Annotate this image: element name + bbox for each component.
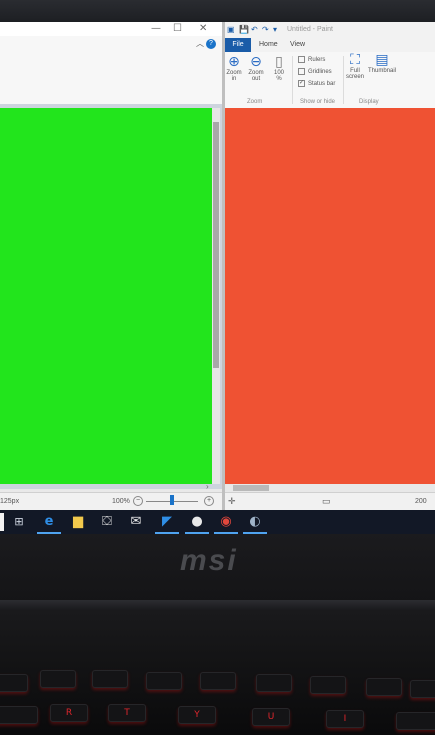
customize-qat-icon[interactable]: ▾ — [273, 25, 277, 34]
gridlines-checkbox[interactable]: Gridlines — [298, 68, 332, 75]
group-separator — [292, 56, 293, 104]
zoom-out-button[interactable]: ⊖ Zoom out — [247, 54, 265, 82]
image-size-label: 125px — [0, 498, 20, 505]
maximize-button[interactable]: ☐ — [173, 23, 182, 34]
zoom-in-button[interactable]: ⊕ Zoom in — [225, 54, 243, 82]
zoom-out-icon: ⊖ — [250, 54, 262, 70]
left-status-bar: 125px 100% − + — [0, 492, 222, 510]
github-icon[interactable]: ● — [185, 513, 209, 534]
scroll-right-arrow-icon[interactable]: › — [206, 482, 209, 491]
save-icon[interactable]: 💾 — [239, 25, 249, 34]
zoom-slider-knob[interactable] — [170, 495, 174, 505]
collapse-ribbon-icon[interactable]: ︿ — [196, 38, 204, 49]
key-r: R — [50, 704, 88, 722]
paint-tabs: File Home View — [225, 38, 435, 52]
green-canvas[interactable] — [0, 108, 214, 484]
tab-home[interactable]: Home — [259, 41, 278, 48]
keyboard-key — [310, 676, 346, 694]
thumbnail-button[interactable]: ▤ Thumbnail — [365, 52, 399, 74]
search-box-edge[interactable] — [0, 513, 4, 531]
orange-canvas[interactable] — [225, 108, 435, 484]
screen-bezel — [0, 0, 435, 22]
tab-file[interactable]: File — [225, 38, 251, 52]
key-t: T — [108, 704, 146, 722]
tab-view[interactable]: View — [290, 41, 305, 48]
keyboard-key — [146, 672, 182, 690]
selection-size-icon: ▭ — [322, 496, 331, 506]
mail-icon[interactable]: ✉ — [127, 513, 145, 531]
keyboard-deck: R T Y U I — [0, 610, 435, 735]
status-bar-checkbox[interactable]: ✓ Status bar — [298, 80, 335, 87]
paint-app-icon: ▣ — [227, 25, 235, 34]
taskbar: ⊞ e ▆ ⛋ ✉ ◤ ● ◉ ◐ — [0, 510, 435, 534]
help-icon[interactable]: ? — [206, 39, 216, 49]
vertical-scroll-thumb[interactable] — [213, 122, 219, 368]
group-label-display: Display — [359, 99, 379, 105]
file-explorer-icon[interactable]: ▆ — [69, 513, 87, 531]
keyboard-key — [40, 670, 76, 688]
keyboard-key — [0, 674, 28, 692]
keyboard-key — [410, 680, 435, 698]
keyboard-key — [366, 678, 402, 696]
full-screen-button[interactable]: ⛶ Full screen — [344, 52, 366, 80]
chrome-icon[interactable]: ◉ — [214, 513, 238, 534]
group-label-show-hide: Show or hide — [300, 99, 336, 105]
keyboard-key — [256, 674, 292, 692]
zoom-in-icon[interactable]: + — [204, 496, 214, 506]
store-icon[interactable]: ⛋ — [98, 513, 116, 531]
close-button[interactable]: ✕ — [199, 23, 207, 34]
zoom-in-icon: ⊕ — [228, 54, 240, 70]
page-icon: ▯ — [275, 54, 283, 70]
hundred-percent-button[interactable]: ▯ 100 % — [270, 54, 288, 82]
key-i: I — [326, 710, 364, 728]
key-y: Y — [178, 706, 216, 724]
cursor-position-icon: ✛ — [228, 496, 236, 506]
paint-icon[interactable]: ◐ — [243, 513, 267, 534]
paint-window-title: Untitled - Paint — [287, 26, 333, 33]
keyboard-key — [92, 670, 128, 688]
keyboard-key — [200, 672, 236, 690]
paint-titlebar: ▣ 💾 ↶ ↷ ▾ Untitled - Paint — [225, 22, 435, 38]
thumbnail-icon: ▤ — [375, 52, 389, 68]
paint-status-bar: ✛ ▭ 200 — [225, 492, 435, 510]
redo-icon[interactable]: ↷ — [262, 25, 269, 34]
undo-icon[interactable]: ↶ — [251, 25, 258, 34]
edge-icon[interactable]: e — [37, 513, 61, 534]
brand-logo: msi — [180, 544, 238, 577]
minimize-button[interactable]: — — [151, 23, 161, 34]
vscode-icon[interactable]: ◤ — [155, 513, 179, 534]
key-u: U — [252, 708, 290, 726]
full-screen-icon: ⛶ — [350, 52, 360, 68]
group-label-zoom: Zoom — [247, 99, 263, 105]
zoom-out-icon[interactable]: − — [133, 496, 143, 506]
paint-view-ribbon: ⊕ Zoom in ⊖ Zoom out ▯ 100 % Rulers Grid… — [225, 52, 435, 109]
task-view-icon[interactable]: ⊞ — [10, 513, 28, 531]
keyboard-key — [0, 706, 38, 724]
left-window-titlebar: — ☐ ✕ — [0, 22, 222, 36]
image-dimension-label: 200 — [415, 498, 427, 505]
screen: — ☐ ✕ ︿ ? › 125px 100% − + ▣ 💾 ↶ ↷ ▾ Unt… — [0, 22, 435, 510]
zoom-level: 100% — [112, 498, 130, 505]
laptop-hinge — [0, 600, 435, 610]
paint-horizontal-scroll-thumb[interactable] — [233, 485, 269, 491]
rulers-checkbox[interactable]: Rulers — [298, 56, 325, 63]
left-window-ribbon — [0, 36, 222, 105]
keyboard-key — [396, 712, 435, 730]
